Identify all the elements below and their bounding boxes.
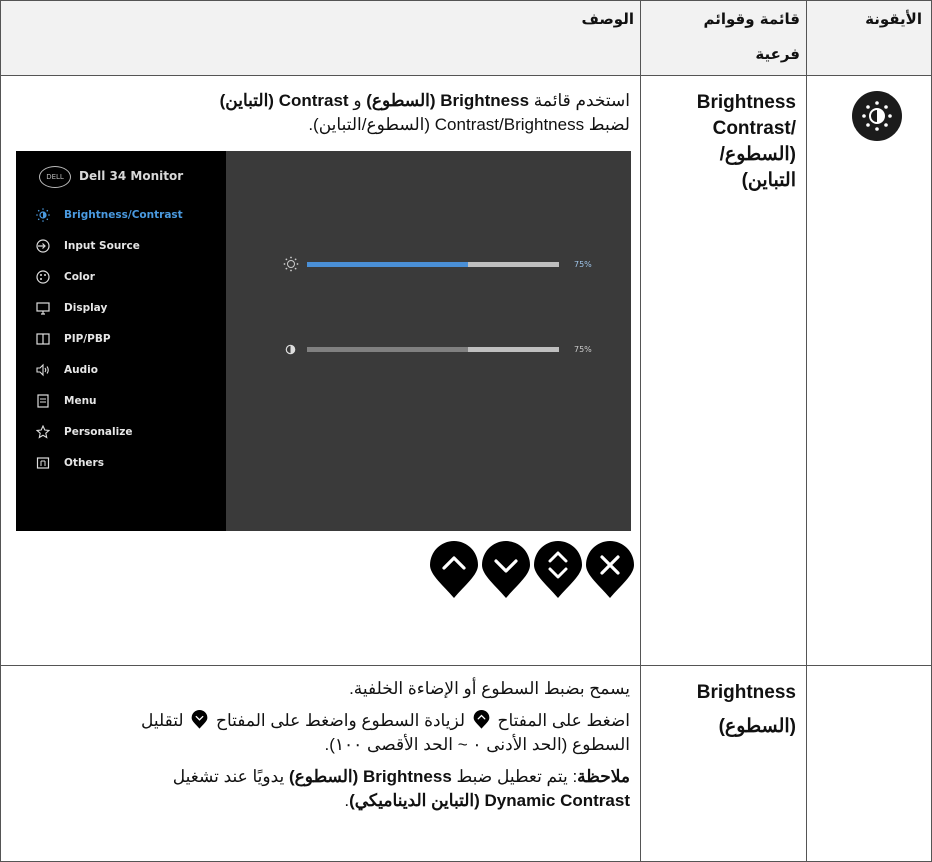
up-arrow-icon [473, 710, 490, 729]
bold-run: Dynamic Contrast (التباين الديناميكي) [349, 791, 630, 810]
monitor-icon [36, 302, 50, 315]
menu-name-line: Brightness [696, 682, 796, 703]
menu-name-brightness: Brightness (السطوع) [697, 680, 796, 740]
text-run: و [348, 91, 367, 110]
description-brightness-contrast: استخدم قائمة Brightness (السطوع) و Contr… [10, 89, 630, 137]
header-description: الوصف [581, 10, 634, 28]
close-icon[interactable] [585, 541, 635, 599]
osd-item-audio[interactable]: Audio [36, 360, 226, 380]
osd-item-pip-pbp[interactable]: PIP/PBP [36, 329, 226, 349]
table-border [0, 75, 932, 76]
table-border [0, 0, 932, 1]
osd-item-others[interactable]: Others [36, 453, 226, 473]
osd-item-label: Display [64, 302, 108, 314]
osd-item-color[interactable]: Color [36, 267, 226, 287]
table-border [0, 665, 932, 666]
down-arrow-icon [191, 710, 208, 729]
up-arrow-icon[interactable] [429, 541, 479, 599]
brightness-value: 75% [574, 260, 592, 269]
osd-item-label: PIP/PBP [64, 333, 111, 345]
text-run: يدويًا عند تشغيل [172, 767, 289, 786]
description-line: Dynamic Contrast (التباين الديناميكي). [10, 789, 630, 813]
contrast-value: 75% [574, 345, 592, 354]
text-run: : يتم تعطيل ضبط [451, 767, 578, 786]
bold-run: Contrast (التباين) [219, 91, 349, 110]
osd-item-label: Brightness/Contrast [64, 209, 183, 221]
brightness-contrast-icon [852, 91, 902, 141]
up-down-icon[interactable] [533, 541, 583, 599]
bold-run: Brightness (السطوع) [289, 767, 452, 786]
osd-title: Dell 34 Monitor [79, 169, 184, 183]
osd-item-label: Menu [64, 395, 97, 407]
description-line: يسمح بضبط السطوع أو الإضاءة الخلفية. [349, 679, 630, 698]
bold-run: Brightness (السطوع) [366, 91, 530, 110]
osd-item-input-source[interactable]: Input Source [36, 236, 226, 256]
pip-icon [36, 333, 50, 345]
description-line: لضبط Contrast/Brightness (السطوع/التباين… [308, 115, 630, 134]
text-run: لتقليل [141, 711, 189, 730]
table-border [0, 0, 1, 862]
description-line: ملاحظة: يتم تعطيل ضبط Brightness (السطوع… [10, 765, 630, 789]
table-border [806, 0, 807, 862]
osd-item-label: Others [64, 457, 104, 469]
contrast-slider-icon [285, 344, 296, 355]
menu-icon [37, 394, 49, 408]
speaker-icon [36, 363, 49, 377]
brightness-slider[interactable] [307, 262, 559, 267]
osd-item-label: Audio [64, 364, 98, 376]
osd-item-label: Personalize [64, 426, 133, 438]
dell-logo: DELL [39, 166, 71, 188]
header-menu-line2: فرعية [755, 45, 800, 63]
contrast-slider-fill [307, 347, 469, 352]
menu-name-line: Brightness [696, 92, 796, 113]
palette-icon [36, 270, 50, 284]
osd-item-label: Color [64, 271, 95, 283]
contrast-slider[interactable] [307, 347, 559, 352]
osd-item-personalize[interactable]: Personalize [36, 422, 226, 442]
others-icon [36, 457, 50, 469]
input-source-icon [36, 239, 50, 253]
osd-item-display[interactable]: Display [36, 298, 226, 318]
description-line: اضغط على المفتاح لزيادة السطوع واضغط على… [10, 709, 630, 733]
manual-page: الأيقونة قائمة وقوائم فرعية الوصف Bright… [0, 0, 932, 862]
text-run: استخدم قائمة [529, 91, 630, 110]
menu-name-line: (السطوع/ [719, 144, 796, 165]
table-border [640, 0, 641, 862]
osd-item-label: Input Source [64, 240, 140, 252]
text-run: اضغط على المفتاح [492, 711, 630, 730]
osd-item-menu[interactable]: Menu [36, 391, 226, 411]
menu-name-line: التباين) [741, 170, 796, 191]
description-line: استخدم قائمة Brightness (السطوع) و Contr… [10, 89, 630, 113]
note-label: ملاحظة [577, 767, 630, 786]
menu-name-brightness-contrast: Brightness /Contrast (السطوع/ التباين) [697, 90, 796, 194]
down-arrow-icon[interactable] [481, 541, 531, 599]
sun-icon [36, 208, 50, 222]
brightness-slider-fill [307, 262, 469, 267]
osd-screenshot: DELL Dell 34 Monitor Brightness/Contrast… [16, 151, 631, 531]
description-brightness: يسمح بضبط السطوع أو الإضاءة الخلفية. اضغ… [10, 677, 630, 813]
osd-item-brightness-contrast[interactable]: Brightness/Contrast [36, 205, 226, 225]
header-menu-line1: قائمة وقوائم [703, 10, 800, 28]
menu-name-line: /Contrast [712, 118, 796, 139]
header-icon: الأيقونة [865, 10, 922, 28]
brightness-slider-icon [283, 256, 299, 272]
star-icon [36, 425, 50, 439]
menu-name-line: (السطوع) [718, 716, 796, 737]
description-line: السطوع (الحد الأدنى ٠ ~ الحد الأقصى ١٠٠)… [324, 735, 630, 754]
text-run: لزيادة السطوع واضغط على المفتاح [211, 711, 470, 730]
